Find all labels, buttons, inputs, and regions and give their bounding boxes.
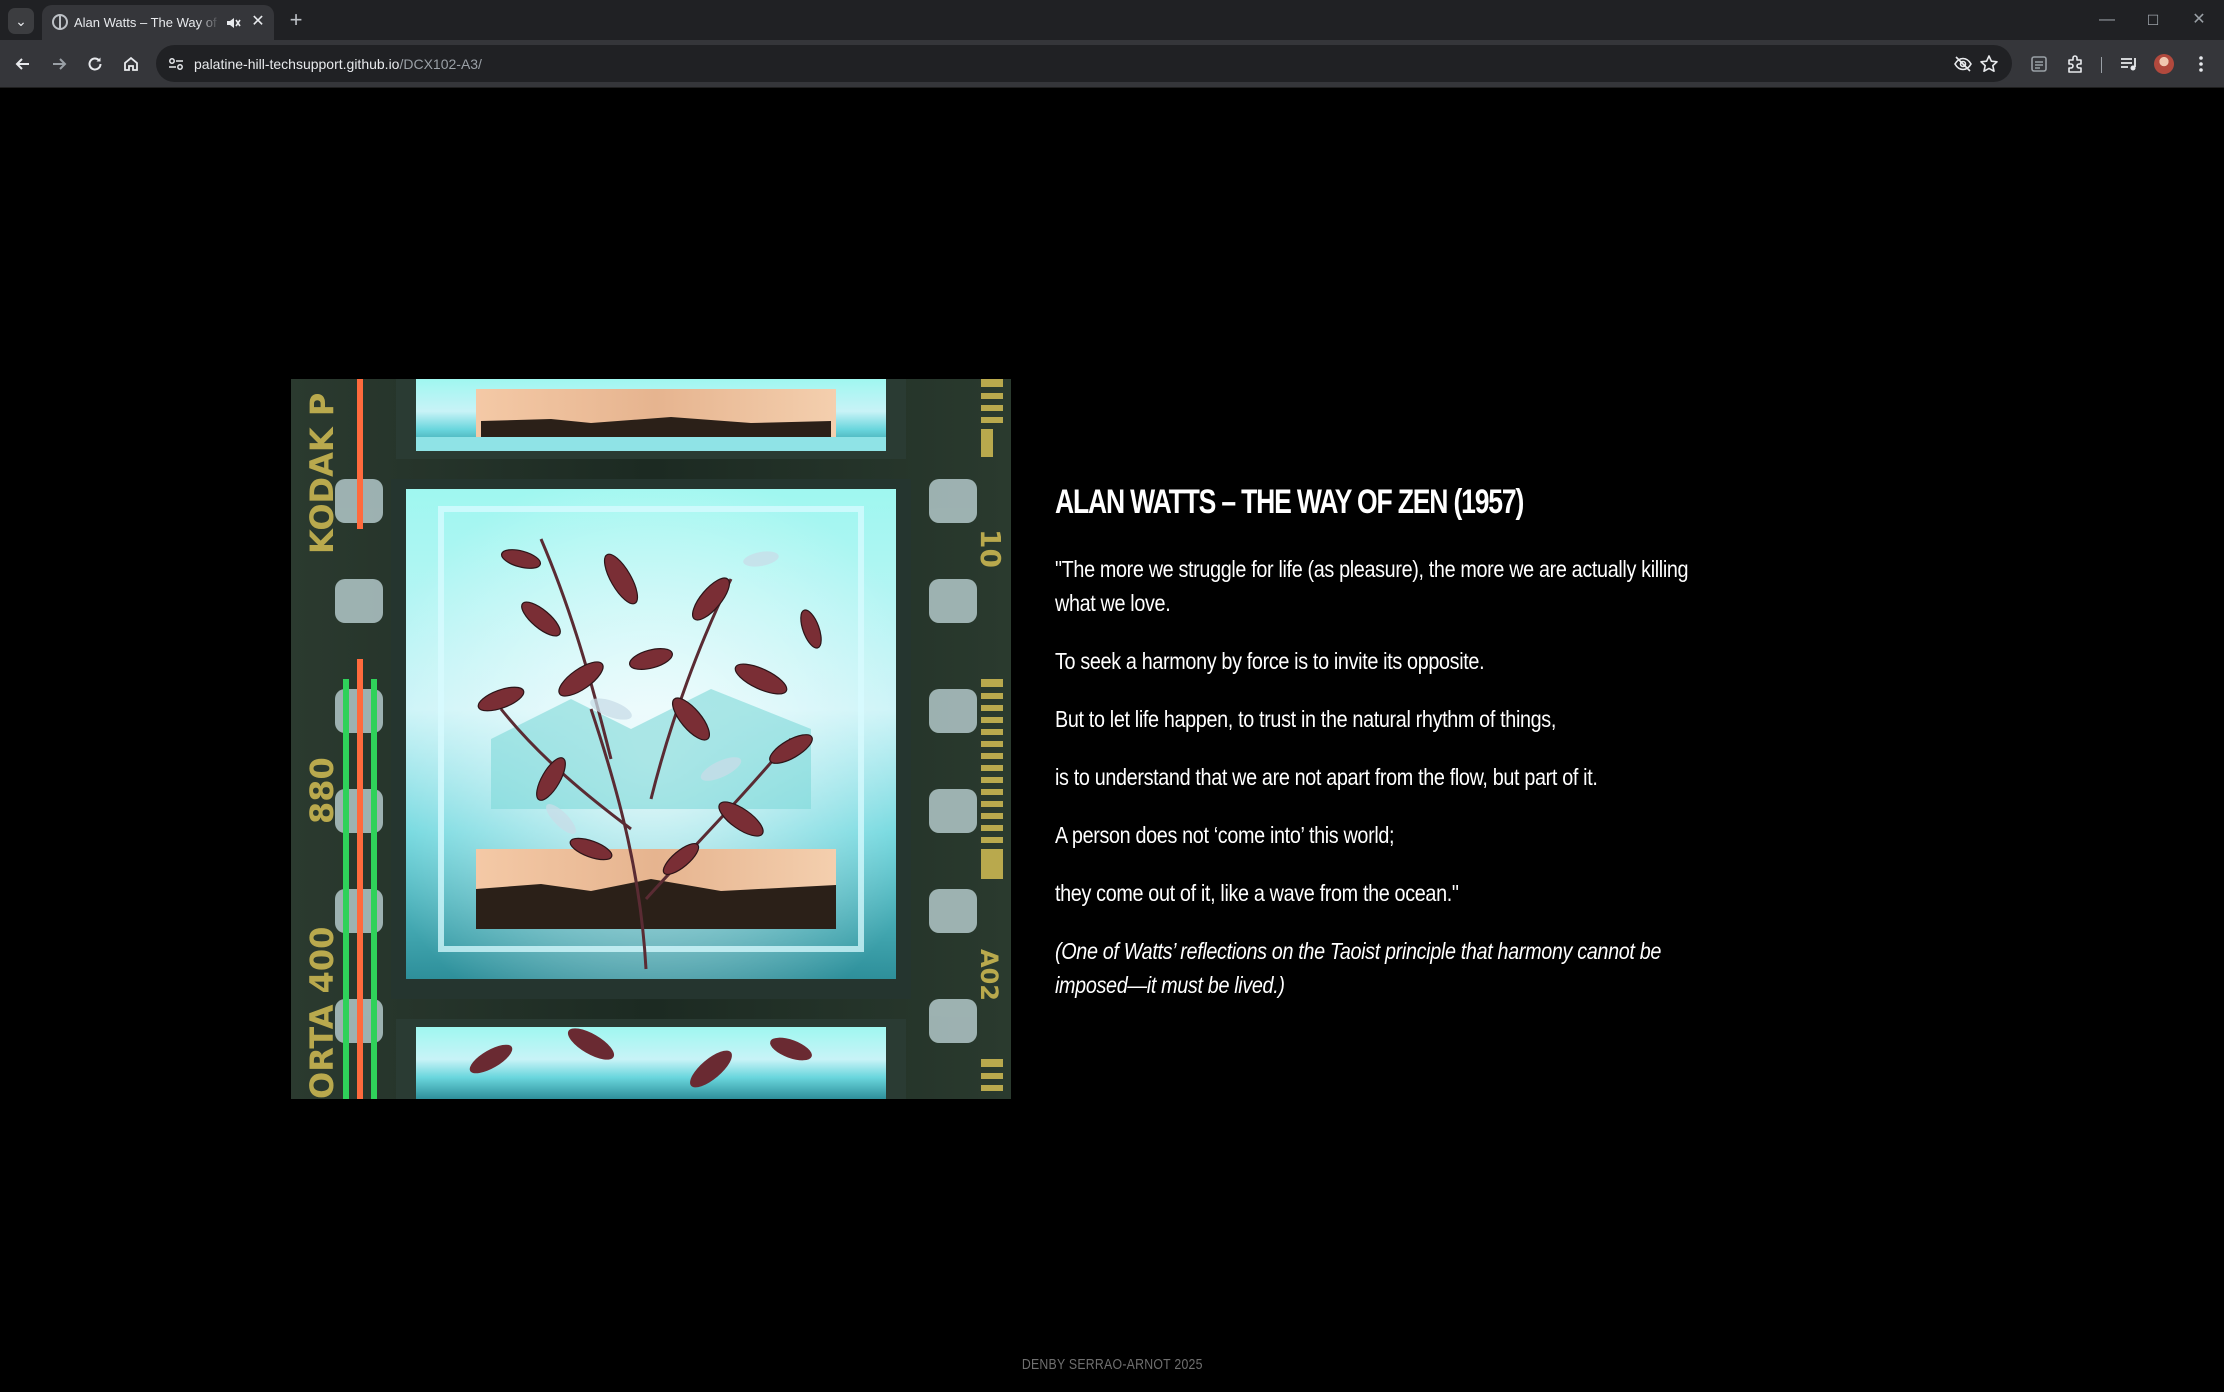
page-viewport: KODAK P 880 ORTA 400 10 A02 ALAN WATTS –… — [0, 88, 2224, 1392]
edge-print-880: 880 — [303, 757, 341, 824]
reload-button[interactable] — [80, 49, 110, 79]
speaker-muted-icon[interactable] — [224, 14, 242, 32]
toolbar-divider — [2101, 57, 2102, 73]
maximize-window-button[interactable]: ☐ — [2130, 0, 2176, 40]
page-footer: DENBY SERRAO-ARNOT 2025 — [0, 1356, 2224, 1373]
close-window-button[interactable]: ✕ — [2176, 0, 2222, 40]
reload-icon — [88, 57, 102, 71]
quote-note: (One of Watts’ reflections on the Taoist… — [1055, 938, 1662, 998]
back-arrow-icon — [15, 58, 29, 70]
forward-button[interactable] — [44, 49, 74, 79]
edge-print-kodak: KODAK P — [303, 393, 341, 554]
edge-print-portra: ORTA 400 — [303, 927, 341, 1099]
media-controls-icon[interactable] — [2117, 52, 2141, 76]
edge-print-10: 10 — [974, 529, 1007, 568]
quote-line-6: they come out of it, like a wave from th… — [1055, 880, 1459, 906]
url-host: palatine-hill-techsupport.github.io — [194, 56, 400, 72]
film-strip-artwork: KODAK P 880 ORTA 400 10 A02 — [291, 379, 1011, 1099]
url-text[interactable]: palatine-hill-techsupport.github.io/DCX1… — [194, 54, 482, 74]
edge-print-a02: A02 — [975, 949, 1003, 1001]
star-icon[interactable] — [1978, 53, 2000, 75]
site-info-icon[interactable] — [166, 54, 186, 74]
quote-section: ALAN WATTS – THE WAY OF ZEN (1957) "The … — [1055, 478, 1725, 1026]
quote-line-5: A person does not ‘come into’ this world… — [1055, 822, 1395, 848]
forward-arrow-icon — [53, 58, 67, 70]
globe-favicon-icon — [52, 14, 68, 30]
profile-avatar[interactable] — [2154, 54, 2174, 74]
quote-line-1: "The more we struggle for life (as pleas… — [1055, 556, 1689, 616]
tab-close-icon[interactable]: ✕ — [248, 12, 268, 32]
new-tab-button[interactable]: + — [282, 7, 310, 35]
eye-off-icon[interactable] — [1952, 53, 1974, 75]
active-tab[interactable]: Alan Watts – The Way of Zen (1957) ✕ — [42, 5, 274, 40]
address-bar[interactable]: palatine-hill-techsupport.github.io/DCX1… — [156, 45, 2012, 82]
browser-window: ⌄ Alan Watts – The Way of Zen (1957) ✕ +… — [0, 0, 2224, 1392]
tab-title: Alan Watts – The Way of Zen (1957) — [74, 15, 220, 30]
more-menu-icon[interactable] — [2189, 52, 2213, 76]
quote-line-2: To seek a harmony by force is to invite … — [1055, 648, 1485, 674]
quote-line-3: But to let life happen, to trust in the … — [1055, 706, 1557, 732]
minimize-window-button[interactable]: — — [2084, 0, 2130, 40]
reading-list-icon[interactable] — [2027, 52, 2051, 76]
tab-strip: ⌄ Alan Watts – The Way of Zen (1957) ✕ +… — [0, 0, 2224, 40]
tab-search-icon[interactable]: ⌄ — [8, 8, 34, 34]
extensions-icon[interactable] — [2063, 52, 2087, 76]
footer-credit: DENBY SERRAO-ARNOT 2025 — [1021, 1356, 1203, 1373]
home-icon — [124, 56, 138, 71]
home-button[interactable] — [116, 49, 146, 79]
url-path: /DCX102-A3/ — [399, 56, 482, 72]
browser-toolbar: palatine-hill-techsupport.github.io/DCX1… — [0, 40, 2224, 88]
quote-line-4: is to understand that we are not apart f… — [1055, 764, 1598, 790]
page-title: ALAN WATTS – THE WAY OF ZEN (1957) — [1055, 483, 1524, 521]
back-button[interactable] — [8, 49, 38, 79]
